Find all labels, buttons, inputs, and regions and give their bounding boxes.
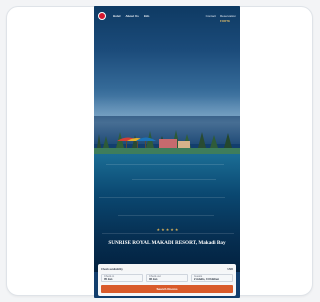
lagoon-water bbox=[94, 154, 240, 272]
hotel-logo-icon[interactable] bbox=[98, 12, 106, 20]
currency-selector[interactable]: USD bbox=[228, 268, 233, 271]
nav-about-link[interactable]: About Us bbox=[126, 14, 139, 18]
booking-widget-header: Check availability USD bbox=[101, 267, 233, 272]
water-ripple bbox=[102, 233, 234, 234]
reservation-link[interactable]: Reservation bbox=[220, 14, 236, 18]
resort-brand-mark: FORTE bbox=[219, 19, 231, 23]
water-ripple bbox=[99, 197, 225, 198]
main-navigation: Hotel About Us Info bbox=[113, 14, 149, 18]
guests-value: 2 Adults, 0 Children bbox=[194, 277, 220, 281]
site-header: Hotel About Us Info Contact Reservation bbox=[94, 6, 240, 26]
header-actions: Contact Reservation bbox=[206, 14, 236, 18]
hotel-title: SUNRISE ROYAL MAKADI RESORT, Makadi Bay bbox=[108, 240, 226, 246]
search-rooms-button[interactable]: Search Rooms bbox=[101, 285, 233, 293]
nav-hotel-link[interactable]: Hotel bbox=[113, 14, 121, 18]
check-out-value: 06 Jan bbox=[149, 277, 158, 281]
hotel-rating-stars: ★★★★★ bbox=[156, 227, 180, 232]
booking-widget: Check availability USD Check-in 05 Jan C… bbox=[98, 264, 236, 296]
guests-field[interactable]: Guests 2 Adults, 0 Children bbox=[191, 274, 233, 282]
check-in-field[interactable]: Check-in 05 Jan bbox=[101, 274, 143, 282]
water-ripple bbox=[106, 164, 224, 165]
booking-fields: Check-in 05 Jan Check-out 06 Jan Guests … bbox=[101, 274, 233, 282]
check-in-value: 05 Jan bbox=[104, 277, 113, 281]
hotel-website-screenshot: Hotel About Us Info Contact Reservation … bbox=[94, 6, 240, 298]
contact-link[interactable]: Contact bbox=[206, 14, 216, 18]
water-ripple bbox=[118, 215, 214, 216]
water-ripple bbox=[132, 179, 216, 180]
booking-heading: Check availability bbox=[101, 268, 123, 271]
resort-shoreline bbox=[94, 130, 240, 158]
nav-info-link[interactable]: Info bbox=[144, 14, 150, 18]
check-out-field[interactable]: Check-out 06 Jan bbox=[146, 274, 188, 282]
